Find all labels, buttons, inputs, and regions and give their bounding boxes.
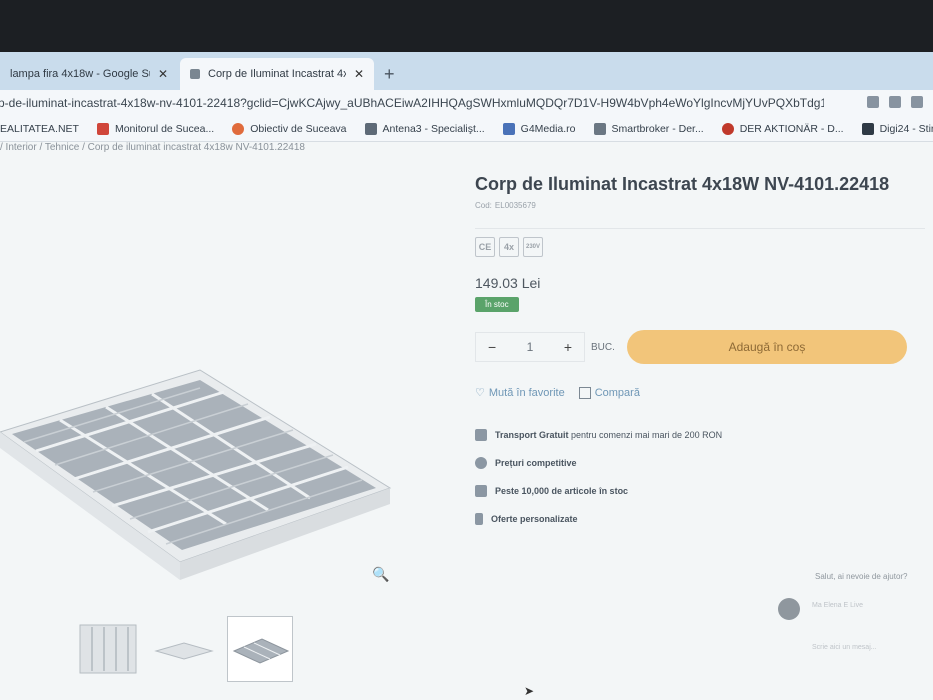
thumbnail-image [232,638,290,664]
breadcrumb[interactable]: / Interior / Tehnice / Corp de iluminat … [0,142,305,153]
product-code: Cod: EL0035679 [475,201,925,210]
compare-button[interactable]: Compară [578,386,640,399]
thumbnail-image [154,642,214,660]
product-code-label: Cod: [475,201,492,210]
share-icon[interactable] [889,96,901,108]
compare-checkbox[interactable] [578,386,591,399]
new-tab-button[interactable]: + [384,64,395,85]
unit-label: BUC. [591,341,615,353]
mouse-cursor-icon: ➤ [524,684,535,698]
bookmark-item[interactable]: Digi24 - Stiri - Infor... [861,122,933,135]
thumbnail-1[interactable] [75,616,141,682]
tab-product[interactable]: Corp de Iluminat Incastrat 4x18W ✕ [180,58,374,90]
benefit-item: Transport Gratuit pentru comenzi mai mar… [475,421,925,449]
bookmark-item[interactable]: Obiectiv de Suceava [232,122,347,135]
decrease-button[interactable]: − [488,339,496,355]
bookmark-favicon-icon [593,122,606,135]
thumbnail-3[interactable] [227,616,293,682]
tag-icon [475,513,483,525]
cart-row: − 1 + BUC. Adaugă în coș [475,330,925,364]
zoom-icon[interactable]: 🔍 [372,566,389,583]
thumbnail-strip [75,616,293,682]
product-actions: ♡ Mută în favorite Compară [475,386,925,399]
benefit-title: Oferte personalizate [491,514,578,524]
product-price: 149.03 Lei [475,275,541,291]
product-code-value: EL0035679 [494,201,536,210]
product-info: Corp de Iluminat Incastrat 4x18W NV-4101… [475,174,925,533]
address-bar[interactable]: rp-de-iluminat-incastrat-4x18w-nv-4101-2… [0,90,933,116]
bookmark-favicon-icon [232,122,245,135]
bookmark-favicon-icon [96,122,109,135]
benefit-text: pentru comenzi mai mari de 200 RON [568,430,723,440]
box-icon [475,485,487,497]
bookmark-item[interactable]: Monitorul de Sucea... [96,122,215,135]
certifications: CE 4x 230V [475,237,925,257]
benefit-item: Oferte personalizate [475,505,925,533]
bookmark-item[interactable]: EALITATEA.NET [0,123,79,135]
compare-label: Compară [594,386,640,399]
truck-icon [475,429,487,441]
bookmarks-bar: EALITATEA.NET Monitorul de Sucea... Obie… [0,116,933,142]
ce-mark-icon: CE [475,237,495,257]
tab-google-search[interactable]: lampa fira 4x18w - Google Suche ✕ [0,58,178,90]
thumbnail-2[interactable] [151,616,217,682]
bookmark-favicon-icon [861,122,874,135]
benefit-title: Transport Gratuit [495,430,569,440]
page-content: / Interior / Tehnice / Corp de iluminat … [0,142,933,700]
chat-agent-label: Ma Elena E Live [812,602,863,609]
coin-icon [475,457,487,469]
chat-input[interactable]: Scrie aici un mesaj... [812,644,877,651]
divider [475,228,925,229]
close-icon[interactable]: ✕ [354,67,364,81]
benefit-item: Peste 10,000 de articole în stoc [475,477,925,505]
heart-icon: ♡ [475,387,485,399]
translate-icon[interactable] [867,96,879,108]
bookmark-item[interactable]: G4Media.ro [502,122,576,135]
bookmark-favicon-icon [721,122,734,135]
add-to-favorites-button[interactable]: ♡ Mută în favorite [475,386,565,400]
tab-bar: lampa fira 4x18w - Google Suche ✕ Corp d… [0,52,933,90]
bookmark-star-icon[interactable] [911,96,923,108]
benefits-list: Transport Gratuit pentru comenzi mai mar… [475,421,925,533]
luminaire-illustration [0,369,392,580]
bookmark-label: Monitorul de Sucea... [114,122,215,135]
increase-button[interactable]: + [564,339,572,355]
bookmark-label: Smartbroker - Der... [611,122,704,135]
voltage-icon: 230V [523,237,543,257]
benefit-item: Prețuri competitive [475,449,925,477]
benefit-title: Peste 10,000 de articole în stoc [495,486,629,496]
add-to-cart-button[interactable]: Adaugă în coș [627,330,907,364]
tab-title: Corp de Iluminat Incastrat 4x18W [208,68,346,80]
bookmark-item[interactable]: Antena3 - Specialişt... [364,122,485,135]
bookmark-item[interactable]: Smartbroker - Der... [593,122,704,135]
favorite-label: Mută în favorite [488,386,565,399]
benefit-title: Prețuri competitive [495,458,577,468]
bookmark-label: DER AKTIONÄR - D... [739,122,844,135]
chat-avatar[interactable] [778,598,800,620]
product-title: Corp de Iluminat Incastrat 4x18W NV-4101… [475,174,890,194]
bookmark-label: Obiectiv de Suceava [250,122,347,135]
bookmark-label: G4Media.ro [520,122,576,135]
chat-hint[interactable]: Salut, ai nevoie de ajutor? [815,572,908,581]
tab-title: lampa fira 4x18w - Google Suche [10,68,150,80]
close-icon[interactable]: ✕ [158,67,168,81]
bookmark-label: EALITATEA.NET [0,122,79,135]
bookmark-item[interactable]: DER AKTIONÄR - D... [721,122,844,135]
bookmark-favicon-icon [364,122,377,135]
thumbnail-image [79,624,137,674]
bookmark-label: Antena3 - Specialişt... [382,122,485,135]
quantity-input[interactable]: 1 [527,340,534,354]
bulb-count-icon: 4x [499,237,519,257]
bookmark-favicon-icon [502,122,515,135]
url-text[interactable]: rp-de-iluminat-incastrat-4x18w-nv-4101-2… [0,96,824,110]
bookmark-label: Digi24 - Stiri - Infor... [879,122,933,135]
favicon-icon [190,69,200,79]
product-image[interactable] [0,242,420,622]
quantity-stepper: − 1 + [475,332,585,362]
stock-badge: În stoc [475,297,519,312]
